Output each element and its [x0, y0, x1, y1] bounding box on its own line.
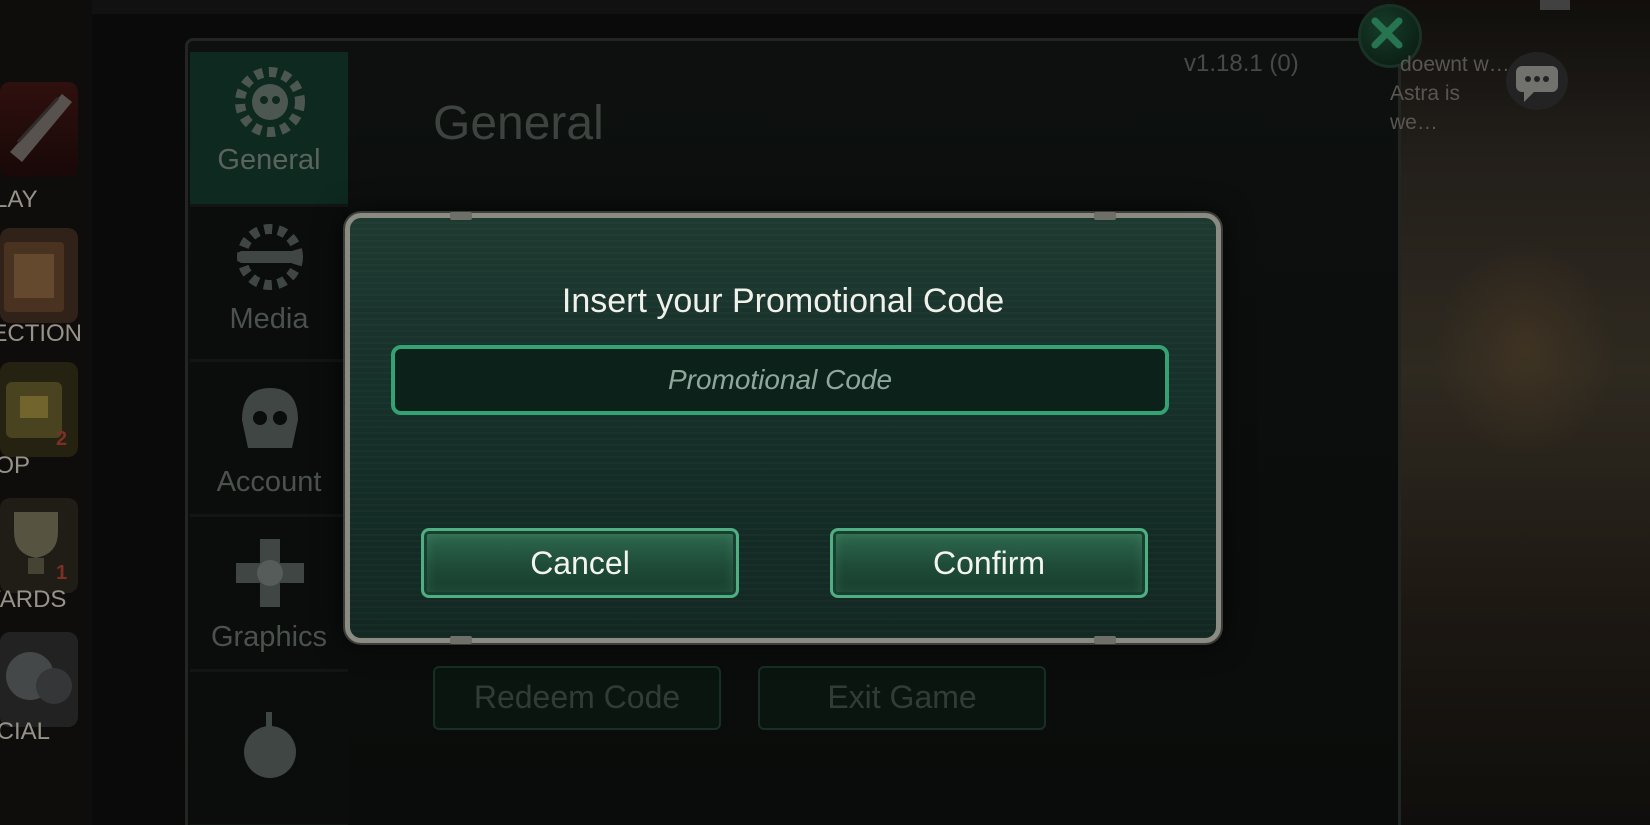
frame-rivet [450, 636, 472, 644]
frame-rivet [450, 212, 472, 220]
confirm-button[interactable]: Confirm [830, 528, 1148, 598]
promo-code-input[interactable]: Promotional Code [391, 345, 1169, 415]
frame-rivet [1094, 636, 1116, 644]
cancel-button[interactable]: Cancel [421, 528, 739, 598]
game-scene: PLAY LECTION 2 HOP [0, 0, 1650, 825]
dialog-title: Insert your Promotional Code [561, 282, 1005, 320]
promo-code-dialog: Insert your Promotional Code Promotional… [345, 212, 1221, 644]
frame-rivet [1094, 212, 1116, 220]
